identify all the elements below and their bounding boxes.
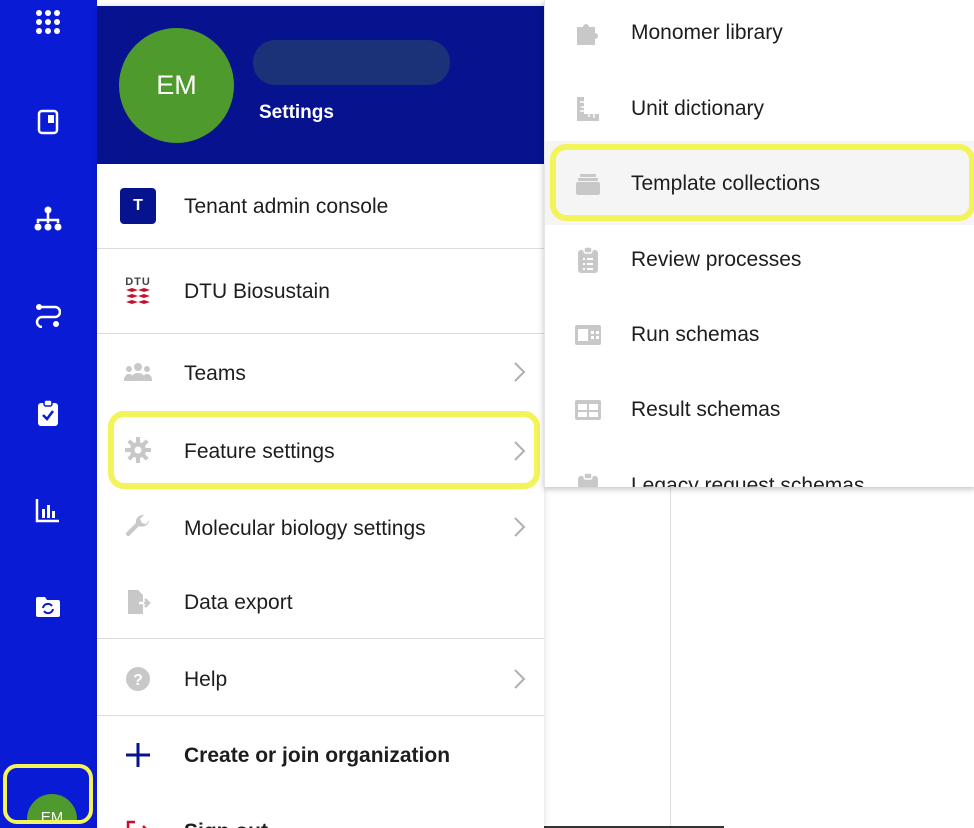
chevron-right-icon: [514, 517, 526, 537]
workflow-icon[interactable]: [30, 297, 66, 333]
submenu-item-label: Legacy request schemas: [631, 474, 865, 487]
menu-item-label: Molecular biology settings: [184, 517, 426, 540]
submenu-item-label: Monomer library: [631, 21, 783, 44]
apps-grid-icon[interactable]: [30, 4, 66, 40]
chevron-right-icon: [514, 362, 526, 382]
clipboard-list-icon: [572, 242, 604, 278]
table-icon: [572, 392, 604, 428]
menu-item-organization[interactable]: DTU DTU Biosustain: [97, 249, 544, 333]
dtu-logo-icon: DTU: [120, 273, 156, 309]
submenu-item-unit-dictionary[interactable]: Unit dictionary: [545, 79, 974, 139]
hierarchy-icon[interactable]: [30, 201, 66, 237]
chevron-right-icon: [514, 669, 526, 689]
template-collections-highlight: [550, 144, 974, 221]
left-navigation-rail: EM: [0, 0, 97, 828]
menu-item-label: Teams: [184, 362, 246, 385]
submenu-item-result-schemas[interactable]: Result schemas: [545, 380, 974, 440]
submenu-item-label: Result schemas: [631, 398, 781, 421]
submenu-item-review-processes[interactable]: Review processes: [545, 230, 974, 290]
menu-item-label: Sign out: [184, 820, 268, 828]
menu-item-create-org[interactable]: Create or join organization: [97, 716, 544, 794]
ruler-icon: [572, 91, 604, 127]
user-header: EM Settings: [97, 6, 544, 164]
tenant-icon: T: [120, 188, 156, 224]
submenu-item-legacy-request-schemas[interactable]: Legacy request schemas: [545, 456, 974, 487]
background-divider: [670, 487, 671, 828]
sign-out-icon: [120, 814, 156, 828]
clipboard-icon: [572, 468, 604, 487]
puzzle-icon: [572, 15, 604, 51]
menu-item-label: Tenant admin console: [184, 195, 389, 218]
notebook-icon[interactable]: [30, 104, 66, 140]
menu-item-tenant-admin[interactable]: T Tenant admin console: [97, 164, 544, 248]
submenu-item-monomer-library[interactable]: Monomer library: [545, 3, 974, 63]
menu-item-molecular-biology-settings[interactable]: Molecular biology settings: [97, 489, 544, 564]
instrument-icon: [572, 317, 604, 353]
menu-item-data-export[interactable]: Data export: [97, 564, 544, 639]
feature-settings-submenu: Monomer library Unit dictionary Template…: [544, 0, 974, 487]
clipboard-check-icon[interactable]: [30, 395, 66, 431]
submenu-item-label: Run schemas: [631, 323, 760, 346]
user-name-redacted: [253, 40, 450, 85]
plus-icon: [120, 737, 156, 773]
submenu-item-label: Review processes: [631, 248, 802, 271]
menu-item-sign-out[interactable]: Sign out: [97, 796, 544, 828]
user-menu-button[interactable]: EM: [3, 764, 93, 824]
file-export-icon: [120, 584, 156, 620]
avatar: EM: [27, 794, 77, 820]
menu-item-label: Data export: [184, 591, 293, 614]
menu-item-help[interactable]: ? Help: [97, 639, 544, 716]
feature-settings-highlight: [108, 411, 540, 489]
folder-sync-icon[interactable]: [30, 589, 66, 625]
menu-item-label: DTU Biosustain: [184, 280, 330, 303]
user-avatar: EM: [119, 28, 234, 143]
submenu-item-label: Unit dictionary: [631, 97, 765, 120]
header-subtitle: Settings: [259, 102, 334, 123]
bar-chart-icon[interactable]: [30, 492, 66, 528]
wrench-icon: [120, 509, 156, 545]
svg-text:?: ?: [133, 672, 143, 689]
user-settings-menu: EM Settings T Tenant admin console DTU D…: [97, 6, 544, 828]
menu-item-label: Create or join organization: [184, 744, 451, 767]
menu-item-label: Help: [184, 668, 228, 691]
help-icon: ?: [120, 661, 156, 697]
people-icon: [120, 354, 156, 390]
menu-item-teams[interactable]: Teams: [97, 334, 544, 410]
submenu-item-run-schemas[interactable]: Run schemas: [545, 305, 974, 365]
